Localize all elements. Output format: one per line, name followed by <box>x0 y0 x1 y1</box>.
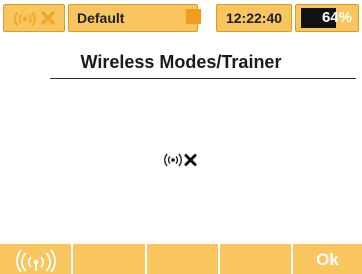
wireless-status <box>164 153 197 167</box>
f4-button[interactable] <box>220 244 291 274</box>
page-title: Wireless Modes/Trainer <box>80 52 282 72</box>
battery-percent: 64% <box>321 9 352 26</box>
f2-button[interactable] <box>73 244 145 274</box>
clock-label: 12:22:40 <box>225 10 283 26</box>
signal-icon <box>164 153 182 167</box>
title-divider <box>50 78 356 79</box>
f3-button[interactable] <box>147 244 218 274</box>
ok-button[interactable]: Ok <box>293 244 362 274</box>
function-bar: Ok <box>0 244 362 274</box>
wireless-trainer-icon <box>15 249 56 273</box>
x-icon <box>41 11 55 25</box>
model-name-label: Default <box>77 10 125 26</box>
battery-indicator[interactable]: 64% <box>295 4 359 32</box>
model-name[interactable]: Default <box>68 4 198 32</box>
f1-wireless-button[interactable] <box>0 244 71 274</box>
ok-label: Ok <box>316 250 339 269</box>
signal-icon <box>14 11 36 27</box>
status-indicator <box>186 9 201 24</box>
x-icon <box>184 154 197 166</box>
status-bar: Default 12:22:40 64% <box>0 0 362 34</box>
clock[interactable]: 12:22:40 <box>216 4 292 32</box>
signal-status[interactable] <box>3 4 65 32</box>
screen: Default 12:22:40 64% Wireless Modes/Trai… <box>0 0 362 274</box>
